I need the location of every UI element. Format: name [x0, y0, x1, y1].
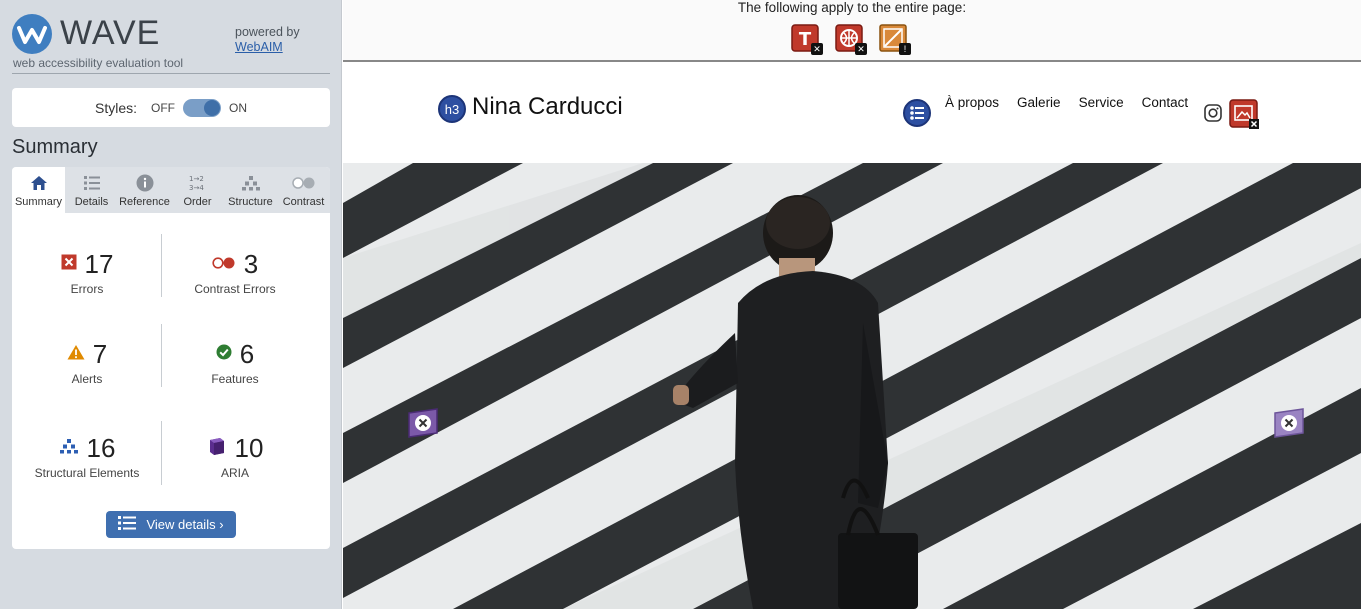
- aria-count: 10: [234, 433, 264, 463]
- features-count: 6: [239, 339, 255, 369]
- tab-label: Order: [183, 196, 212, 208]
- page-wide-notice: The following apply to the entire page: …: [343, 0, 1361, 62]
- site-title: Nina Carducci: [472, 93, 623, 120]
- hero-image: [343, 163, 1361, 609]
- svg-text:1→2: 1→2: [189, 175, 204, 183]
- nav-link-contact[interactable]: Contact: [1142, 95, 1189, 110]
- alert-badge-icon: !: [899, 43, 911, 55]
- view-details-label: View details ›: [146, 517, 224, 532]
- errors-label: Errors: [70, 282, 104, 296]
- alerts-stat[interactable]: 7 Alerts: [12, 339, 162, 386]
- view-details-button[interactable]: View details ›: [106, 511, 236, 538]
- tab-label: Structure: [228, 196, 273, 208]
- info-icon: [136, 173, 154, 193]
- styles-off-label: OFF: [151, 100, 175, 115]
- styles-toggle-box: Styles: OFF ON: [12, 88, 330, 127]
- divider: [12, 73, 330, 74]
- close-icon: ✕: [811, 43, 823, 55]
- nav-link-service[interactable]: Service: [1079, 95, 1124, 110]
- feature-check-icon: [216, 344, 232, 365]
- contrast-errors-label: Contrast Errors: [194, 282, 276, 296]
- order-icon: 1→2 3→4: [188, 173, 208, 193]
- no-heading-structure-alert-icon[interactable]: !: [879, 24, 911, 55]
- tab-summary[interactable]: Summary: [12, 167, 65, 213]
- structural-count: 16: [86, 433, 116, 463]
- list-icon: [118, 516, 137, 533]
- contrast-errors-stat[interactable]: 3 Contrast Errors: [162, 249, 308, 296]
- wave-sidebar: WAVE web accessibility evaluation tool p…: [0, 0, 342, 609]
- features-label: Features: [211, 372, 259, 386]
- tab-label: Contrast: [282, 196, 325, 208]
- aria-hidden-marker-icon[interactable]: [1273, 407, 1305, 439]
- structural-stat[interactable]: 16 Structural Elements: [12, 433, 162, 480]
- toggle-knob: [204, 99, 220, 116]
- alert-icon: [67, 344, 85, 365]
- powered-by-text: powered by: [235, 25, 300, 39]
- page-notice-text: The following apply to the entire page:: [737, 0, 967, 15]
- aria-hidden-marker-icon[interactable]: [407, 407, 439, 439]
- nav-link-galerie[interactable]: Galerie: [1017, 95, 1061, 110]
- styles-toggle[interactable]: [183, 98, 221, 117]
- alerts-label: Alerts: [71, 372, 103, 386]
- errors-count: 17: [84, 249, 114, 279]
- tab-reference[interactable]: Reference: [118, 167, 171, 213]
- summary-heading: Summary: [12, 136, 98, 158]
- contrast-icon: [291, 173, 316, 193]
- image-alt-error-icon[interactable]: [1229, 99, 1259, 134]
- tab-contrast[interactable]: Contrast: [277, 167, 330, 213]
- home-icon: [30, 173, 48, 193]
- site-header: h3 Nina Carducci À propos Galerie Servic…: [343, 64, 1361, 163]
- powered-by: powered by WebAIM: [235, 25, 300, 55]
- language-missing-error-icon[interactable]: ✕: [835, 24, 867, 55]
- list-feature-icon[interactable]: [903, 99, 931, 127]
- tab-details[interactable]: Details: [65, 167, 118, 213]
- instagram-icon[interactable]: [1204, 104, 1222, 127]
- error-icon: [61, 254, 77, 275]
- tab-label: Reference: [119, 196, 170, 208]
- heading-level-badge[interactable]: h3: [438, 95, 466, 123]
- structural-label: Structural Elements: [34, 466, 140, 480]
- errors-stat[interactable]: 17 Errors: [12, 249, 162, 296]
- wave-wordmark: WAVE: [60, 14, 161, 52]
- webaim-link[interactable]: WebAIM: [235, 40, 300, 55]
- summary-panel: Summary Details Reference 1→23→4 Order: [12, 167, 330, 549]
- structure-icon: [59, 438, 79, 459]
- contrast-errors-count: 3: [243, 249, 259, 279]
- aria-label: ARIA: [220, 466, 249, 480]
- features-stat[interactable]: 6 Features: [162, 339, 308, 386]
- structure-icon: [241, 173, 261, 193]
- site-nav: À propos Galerie Service Contact: [945, 95, 1188, 110]
- svg-text:T: T: [799, 29, 812, 50]
- aria-stat[interactable]: 10 ARIA: [162, 433, 308, 480]
- aria-cube-icon: [207, 436, 227, 461]
- page-notice-icons: T ✕ ✕ !: [791, 24, 911, 55]
- wave-logo-icon: [12, 14, 52, 54]
- styles-label: Styles:: [94, 99, 137, 116]
- tab-order[interactable]: 1→2 3→4 Order: [171, 167, 224, 213]
- tab-structure[interactable]: Structure: [224, 167, 277, 213]
- wave-tagline: web accessibility evaluation tool: [13, 56, 184, 70]
- tab-label: Summary: [14, 196, 63, 208]
- styles-on-label: ON: [229, 100, 247, 115]
- nav-link-a-propos[interactable]: À propos: [945, 95, 999, 110]
- panel-tabs: Summary Details Reference 1→23→4 Order: [12, 167, 330, 213]
- close-icon: ✕: [855, 43, 867, 55]
- alerts-count: 7: [92, 339, 108, 369]
- svg-text:3→4: 3→4: [189, 184, 204, 192]
- contrast-error-icon: [212, 256, 236, 274]
- crosswalk-photo: [343, 163, 1361, 609]
- tab-label: Details: [74, 196, 109, 208]
- list-icon: [83, 173, 101, 193]
- missing-title-error-icon[interactable]: T ✕: [791, 24, 823, 55]
